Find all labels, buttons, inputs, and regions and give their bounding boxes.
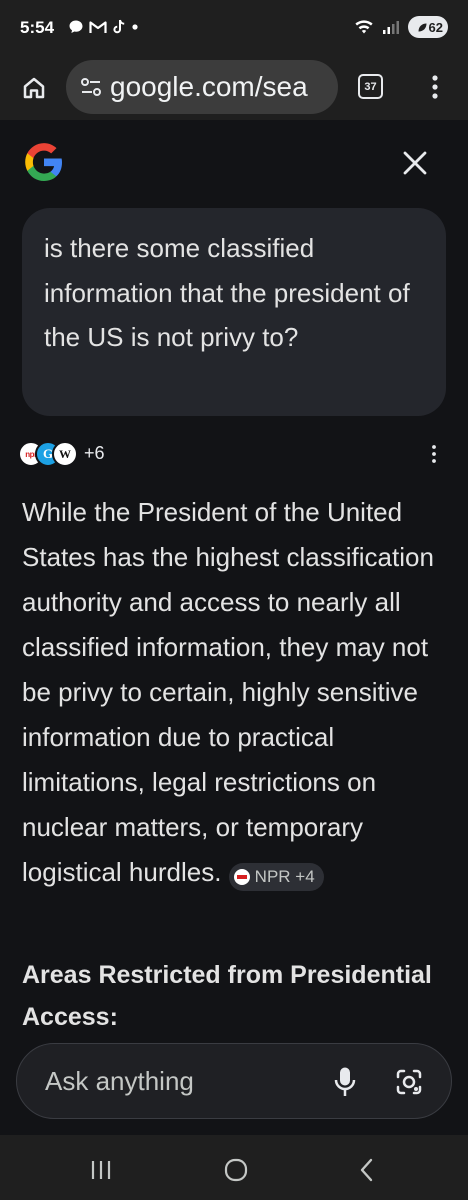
citation-label: NPR +4 bbox=[254, 867, 315, 886]
notification-icons bbox=[68, 19, 139, 35]
home-icon bbox=[23, 77, 45, 99]
leaf-icon bbox=[418, 23, 427, 31]
sources-menu-button[interactable] bbox=[428, 442, 440, 466]
browser-menu-button[interactable] bbox=[424, 72, 446, 102]
recents-button[interactable] bbox=[86, 1155, 116, 1185]
section-heading: Areas Restricted from Presidential Acces… bbox=[22, 961, 432, 1031]
sources-row[interactable]: npr G W +6 bbox=[18, 440, 448, 468]
sources-count[interactable]: +6 bbox=[84, 443, 105, 464]
answer-text: While the President of the United States… bbox=[22, 497, 434, 887]
microphone-icon bbox=[334, 1067, 356, 1096]
google-lens-button[interactable] bbox=[391, 1064, 427, 1100]
url-text: google.com/sea bbox=[110, 71, 308, 102]
close-icon bbox=[403, 151, 427, 175]
browser-toolbar: google.com/sea 37 bbox=[0, 58, 468, 120]
home-circle-icon bbox=[224, 1158, 248, 1182]
source-icons[interactable]: npr G W bbox=[18, 440, 82, 468]
tiktok-icon bbox=[113, 19, 125, 34]
back-button[interactable] bbox=[352, 1155, 382, 1185]
user-query-text: is there some classified information tha… bbox=[44, 233, 410, 352]
recents-icon bbox=[91, 1161, 111, 1179]
google-logo[interactable] bbox=[22, 140, 66, 189]
system-nav-bar bbox=[0, 1135, 468, 1200]
google-g-icon bbox=[25, 143, 62, 181]
npr-citation-icon bbox=[233, 869, 250, 885]
status-right: 62 bbox=[354, 16, 448, 38]
address-bar[interactable]: google.com/sea bbox=[66, 60, 338, 114]
battery-level: 62 bbox=[428, 19, 443, 35]
home-button[interactable] bbox=[16, 70, 52, 106]
battery-indicator: 62 bbox=[408, 16, 448, 38]
lens-camera-icon bbox=[396, 1069, 422, 1095]
signal-icon bbox=[383, 21, 399, 34]
ai-answer: While the President of the United States… bbox=[22, 490, 452, 895]
site-settings-icon[interactable] bbox=[80, 76, 102, 98]
more-vert-icon bbox=[432, 75, 438, 99]
chat-bubble-icon bbox=[69, 20, 83, 33]
washington-post-source-icon: W bbox=[52, 441, 78, 467]
gmail-icon bbox=[89, 21, 107, 33]
back-chevron-icon bbox=[360, 1158, 373, 1182]
ask-input-bar[interactable]: Ask anything bbox=[16, 1043, 452, 1119]
ai-mode-content: is there some classified information tha… bbox=[0, 120, 468, 1135]
more-vert-icon bbox=[432, 445, 436, 463]
dot-icon bbox=[132, 24, 138, 30]
tab-switcher-button[interactable]: 37 bbox=[358, 74, 383, 99]
status-time: 5:54 bbox=[20, 18, 55, 37]
citation-chip[interactable]: NPR +4 bbox=[228, 863, 324, 891]
wifi-icon bbox=[355, 20, 373, 34]
close-button[interactable] bbox=[398, 146, 432, 180]
status-bar: 5:54 62 bbox=[0, 0, 468, 58]
ask-input-placeholder[interactable]: Ask anything bbox=[45, 1066, 194, 1097]
voice-input-button[interactable] bbox=[330, 1064, 360, 1100]
user-query-bubble: is there some classified information tha… bbox=[22, 208, 446, 416]
home-nav-button[interactable] bbox=[221, 1155, 251, 1185]
